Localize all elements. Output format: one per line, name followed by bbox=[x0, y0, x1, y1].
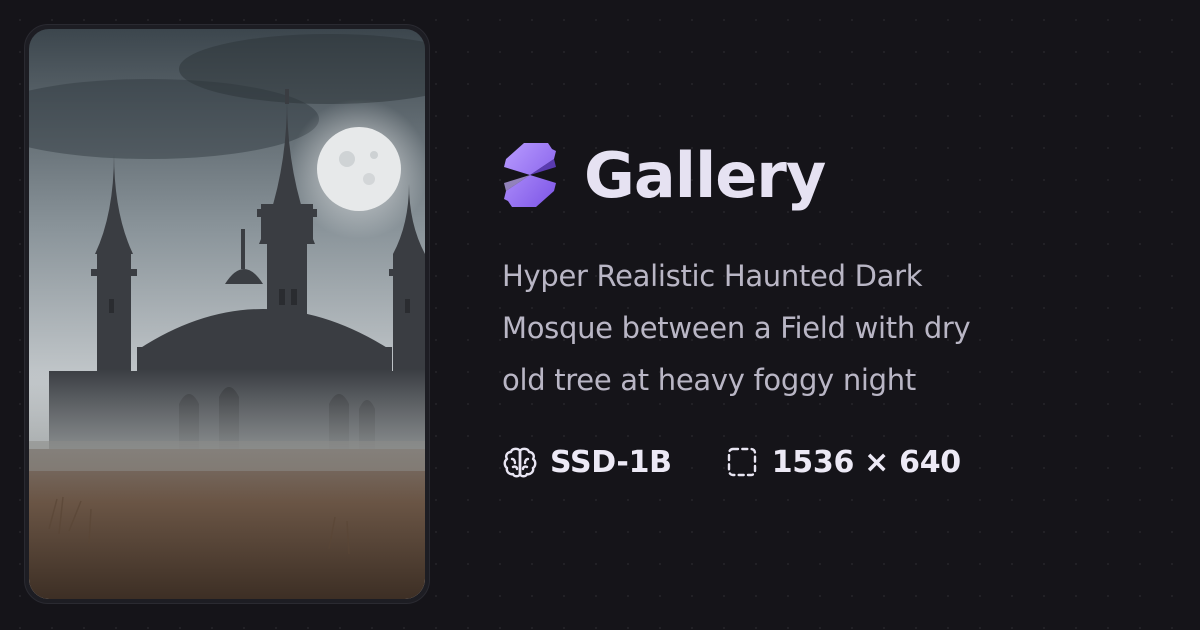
gallery-logo-icon bbox=[504, 143, 556, 207]
brain-icon bbox=[503, 447, 537, 478]
header: Gallery bbox=[502, 132, 1122, 218]
page-title: Gallery bbox=[584, 138, 826, 212]
prompt-text: Hyper Realistic Haunted Dark Mosque betw… bbox=[502, 250, 1072, 406]
model-info: SSD-1B bbox=[502, 444, 672, 480]
image-meta: SSD-1B 1536 × 640 bbox=[502, 440, 1013, 484]
prompt-line: old tree at heavy foggy night bbox=[502, 363, 916, 397]
model-label: SSD-1B bbox=[550, 444, 672, 480]
image-card[interactable] bbox=[24, 24, 430, 604]
info-panel: Gallery Hyper Realistic Haunted Dark Mos… bbox=[502, 132, 1122, 406]
prompt-line: Mosque between a Field with dry bbox=[502, 311, 971, 345]
dashed-frame-icon bbox=[727, 447, 756, 477]
generated-image[interactable] bbox=[29, 29, 425, 599]
dimensions-info: 1536 × 640 bbox=[724, 444, 961, 480]
dimensions-label: 1536 × 640 bbox=[771, 444, 961, 480]
prompt-line: Hyper Realistic Haunted Dark bbox=[502, 259, 923, 293]
